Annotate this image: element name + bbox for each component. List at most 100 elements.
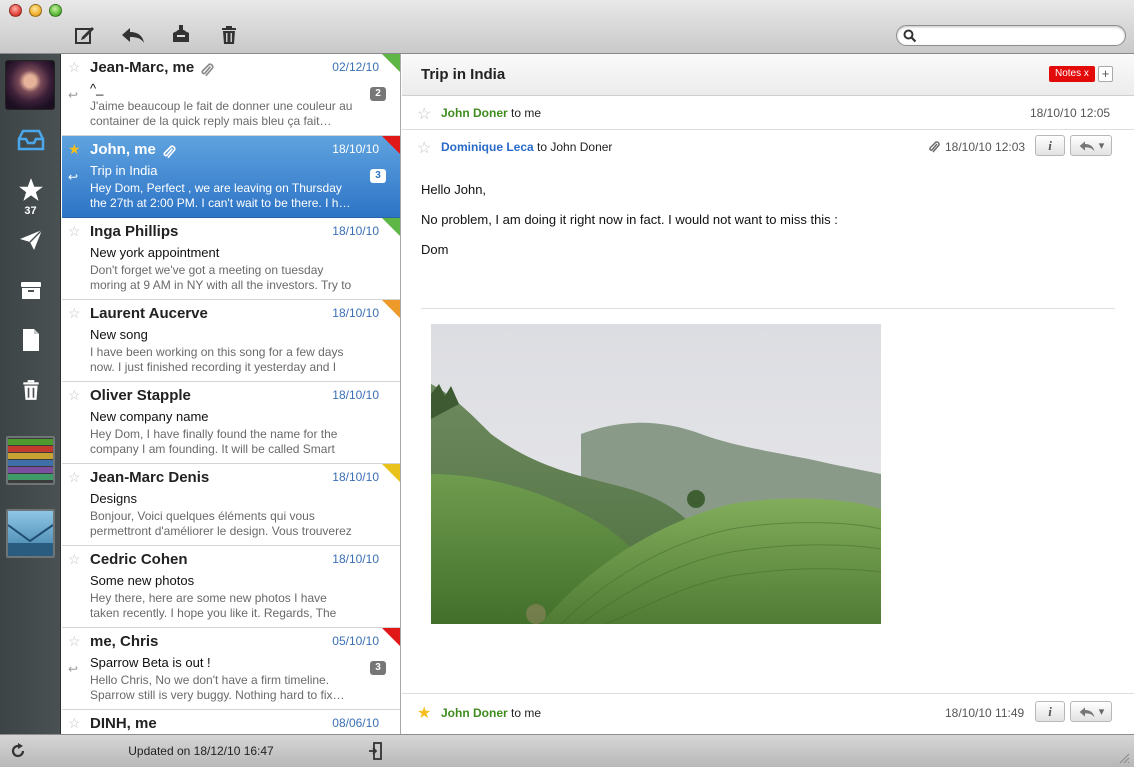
message-preview: Hey Dom, Perfect , we are leaving on Thu… [90,181,351,210]
message-subject: Sparrow Beta is out ! [90,655,211,670]
message-preview: I have been working on this song for a f… [90,345,344,374]
message-sender: Jean-Marc, me [90,59,195,76]
star-icon[interactable]: ☆ [68,716,81,730]
message-date: 02/12/10 [332,60,379,74]
message-time: 18/10/10 11:49 [945,706,1025,720]
sidebar-item-sent[interactable] [15,226,46,254]
recipient-text: to me [511,706,542,720]
reply-icon [1079,706,1095,717]
paperclip-icon [200,62,214,81]
remove-tag-button[interactable]: x [1084,68,1089,79]
message-header-collapsed[interactable]: ★ John Doner to me 18/10/10 11:49 i ▾ [402,693,1134,734]
toolbar [0,0,1134,54]
info-button[interactable]: i [1035,701,1065,722]
message-participants: John Doner to me [441,706,541,720]
sidebar-item-drafts[interactable] [15,326,46,354]
message-row[interactable]: ☆ Cedric Cohen 18/10/10 Some new photos Hey … [62,546,400,628]
star-icon[interactable]: ☆ [68,634,81,648]
search-input[interactable] [919,28,1119,43]
label-corner [382,136,400,154]
labels-button[interactable] [6,436,55,485]
avatar[interactable] [5,60,55,110]
sender-name[interactable]: Dominique Leca [441,140,534,154]
message-date: 18/10/10 [332,224,379,238]
mailboxes-button[interactable] [6,509,55,558]
label-tag-notes[interactable]: Notes x [1049,66,1095,82]
body-paragraph: No problem, I am doing it right now in f… [421,212,838,227]
compose-button[interactable] [72,23,98,47]
trash-button[interactable] [216,23,242,47]
replied-icon: ↩ [68,88,79,102]
chevron-down-icon: ▾ [1098,706,1105,718]
star-icon[interactable]: ☆ [68,306,81,320]
trash-icon [222,26,236,44]
message-row[interactable]: ☆ ↩ me, Chris 05/10/10 Sparrow Beta is out !… [62,628,400,710]
message-header-collapsed[interactable]: ☆ John Doner to me 18/10/10 12:05 [402,96,1134,130]
sidebar-item-starred[interactable] [15,176,46,204]
label-swatch [8,467,53,473]
sidebar-item-archive[interactable] [15,276,46,304]
paperclip-icon [162,144,176,163]
star-icon[interactable]: ☆ [68,388,81,402]
star-icon[interactable]: ☆ [68,552,81,566]
message-sender: DINH, me [90,715,157,732]
star-icon[interactable]: ★ [417,703,431,723]
replied-icon: ↩ [68,662,79,676]
message-date: 18/10/10 [332,470,379,484]
reply-menu-button[interactable]: ▾ [1070,135,1112,156]
archive-button[interactable] [168,23,194,47]
close-window-button[interactable] [9,4,22,17]
thread-count-badge: 3 [370,169,386,183]
star-icon[interactable]: ☆ [68,470,81,484]
reading-pane: Trip in India Notes x + ☆ John Doner to … [402,54,1134,734]
label-swatch [8,474,53,480]
inbox-icon [17,129,44,151]
reply-button[interactable] [120,23,146,47]
info-button[interactable]: i [1035,135,1065,156]
minimize-window-button[interactable] [29,4,42,17]
message-row[interactable]: ☆ ↩ Jean-Marc, me 02/12/10 ^_ J'aime beaucoup… [62,54,400,136]
starred-count: 37 [24,205,37,217]
reply-menu-button[interactable]: ▾ [1070,701,1112,722]
replied-icon: ↩ [68,170,79,184]
message-sender: Jean-Marc Denis [90,469,210,486]
sidebar-item-trash[interactable] [15,376,46,404]
recipient-text: to John Doner [537,140,613,154]
star-icon[interactable]: ☆ [417,138,431,158]
message-date: 08/06/10 [332,716,379,730]
label-swatch [8,453,53,459]
star-icon[interactable]: ☆ [68,224,81,238]
resize-grip-icon[interactable] [1118,752,1130,764]
star-icon[interactable]: ★ [68,142,81,156]
search-field[interactable] [896,25,1126,46]
paperclip-icon [929,141,940,153]
attached-photo[interactable] [431,324,881,624]
chevron-down-icon: ▾ [1098,140,1105,152]
message-row[interactable]: ☆ Inga Phillips 18/10/10 New york appointme… [62,218,400,300]
message-row[interactable]: ☆ Laurent Aucerve 18/10/10 New song I have b… [62,300,400,382]
star-icon[interactable]: ☆ [417,104,431,124]
message-time: 18/10/10 12:03 [945,140,1026,154]
sender-name[interactable]: John Doner [441,706,508,720]
message-participants: Dominique Leca to John Doner [441,140,612,154]
zoom-window-button[interactable] [49,4,62,17]
trash-icon [22,380,39,400]
message-subject: Some new photos [90,573,195,588]
sender-name[interactable]: John Doner [441,106,508,120]
sign-out-icon[interactable] [368,742,382,760]
message-subject: ^_ [90,81,104,96]
message-row[interactable]: ☆ Jean-Marc Denis 18/10/10 Designs Bonjour, … [62,464,400,546]
envelope-icon [8,524,53,556]
sidebar-item-inbox[interactable] [15,126,46,154]
message-body: Hello John, No problem, I am doing it ri… [421,182,838,272]
message-participants: John Doner to me [441,106,541,120]
add-tag-button[interactable]: + [1098,66,1113,82]
updated-status: Updated on 18/12/10 16:47 [128,744,274,758]
message-row[interactable]: ★ ↩ John, me 18/10/10 Trip in India Hey Dom, … [62,136,400,218]
label-swatch [8,446,53,452]
message-sender: me, Chris [90,633,159,650]
star-icon[interactable]: ☆ [68,60,81,74]
compose-icon [75,27,94,44]
message-row[interactable]: ☆ DINH, me 08/06/10 [62,710,400,734]
message-row[interactable]: ☆ Oliver Stapple 18/10/10 New company name H… [62,382,400,464]
